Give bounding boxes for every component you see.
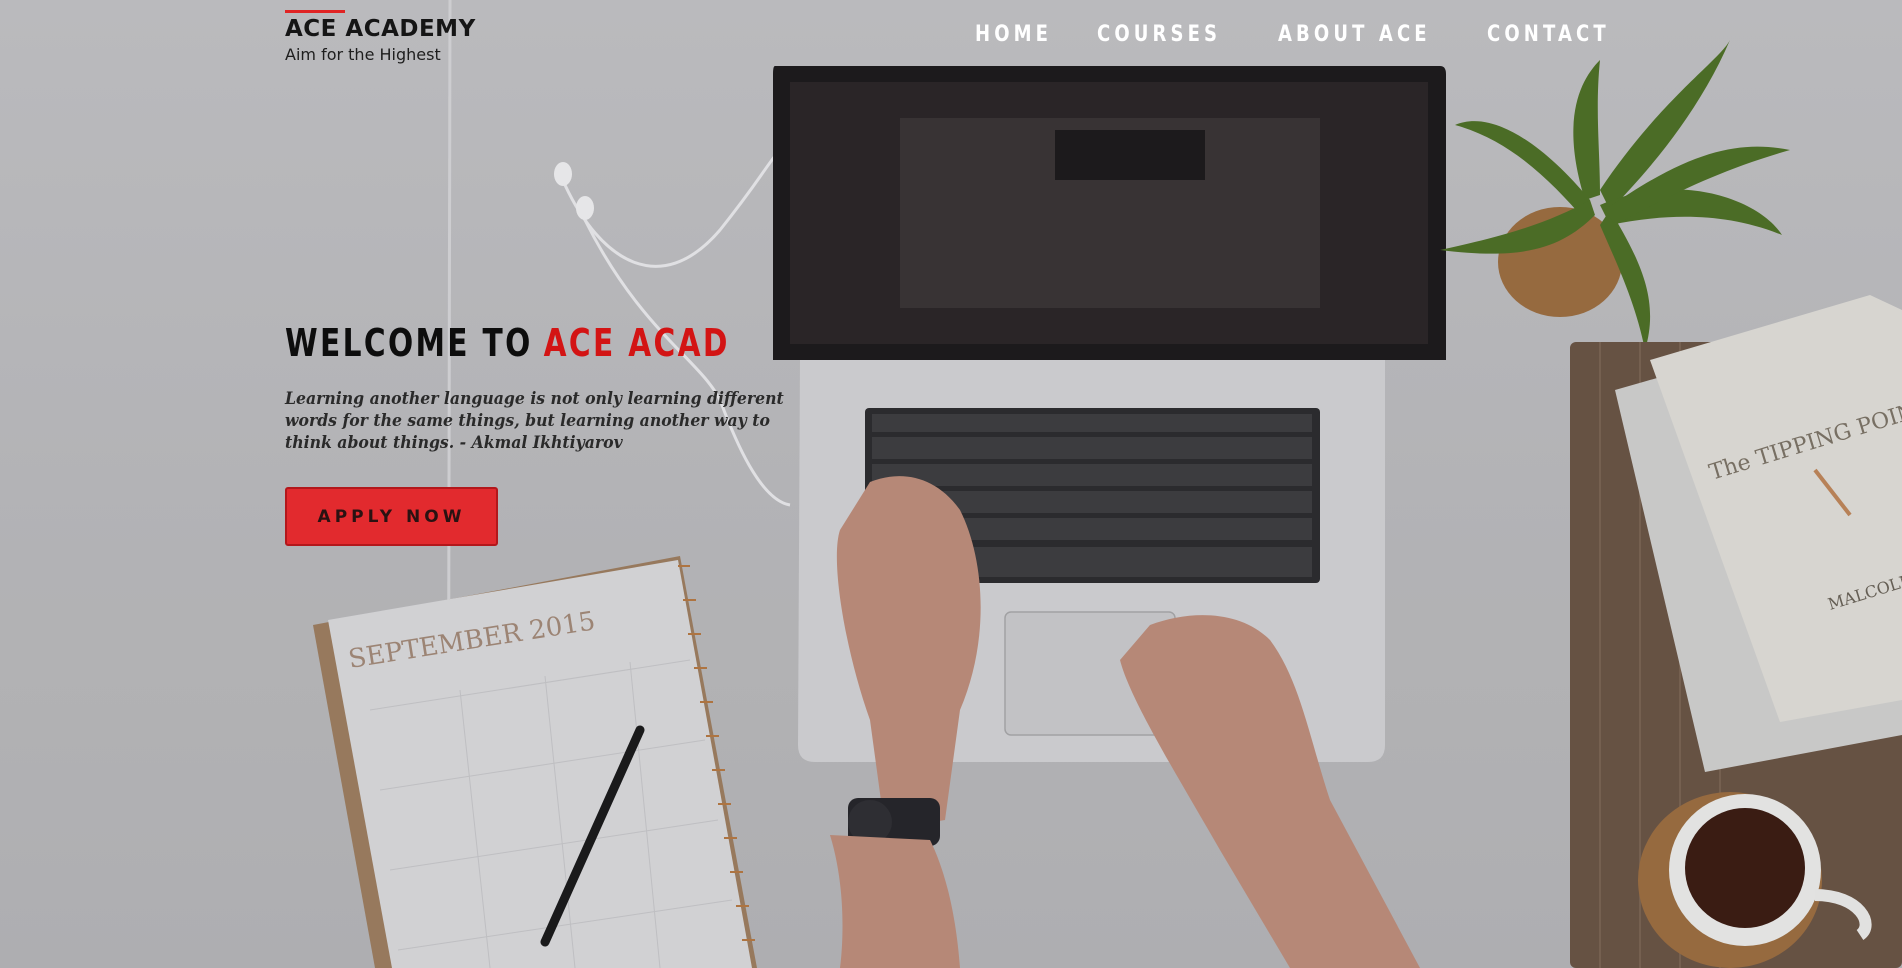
nav-link-courses[interactable]: COURSES	[1097, 22, 1221, 47]
main-nav: HOME COURSES ABOUT ACE CONTACT	[975, 22, 1685, 47]
hero-quote: Learning another language is not only le…	[285, 389, 784, 452]
logo-tagline: Aim for the Highest	[285, 45, 441, 64]
nav-link-home[interactable]: HOME	[975, 22, 1052, 47]
logo-accent-bar	[285, 10, 345, 13]
hero-title-prefix: WELCOME TO	[285, 321, 533, 365]
nav-link-about-ace[interactable]: ABOUT ACE	[1278, 22, 1431, 47]
hero-section: WELCOME TO ACE ACAD Learning another lan…	[285, 318, 865, 546]
logo-title: ACE ACADEMY	[285, 16, 476, 42]
site-logo[interactable]: ACE ACADEMY Aim for the Highest	[285, 10, 476, 64]
apply-now-button[interactable]: APPLY NOW	[285, 487, 498, 546]
nav-link-contact[interactable]: CONTACT	[1487, 22, 1610, 47]
hero-title-typed: ACE ACAD	[543, 321, 730, 365]
hero-title: WELCOME TO ACE ACAD	[285, 318, 737, 368]
